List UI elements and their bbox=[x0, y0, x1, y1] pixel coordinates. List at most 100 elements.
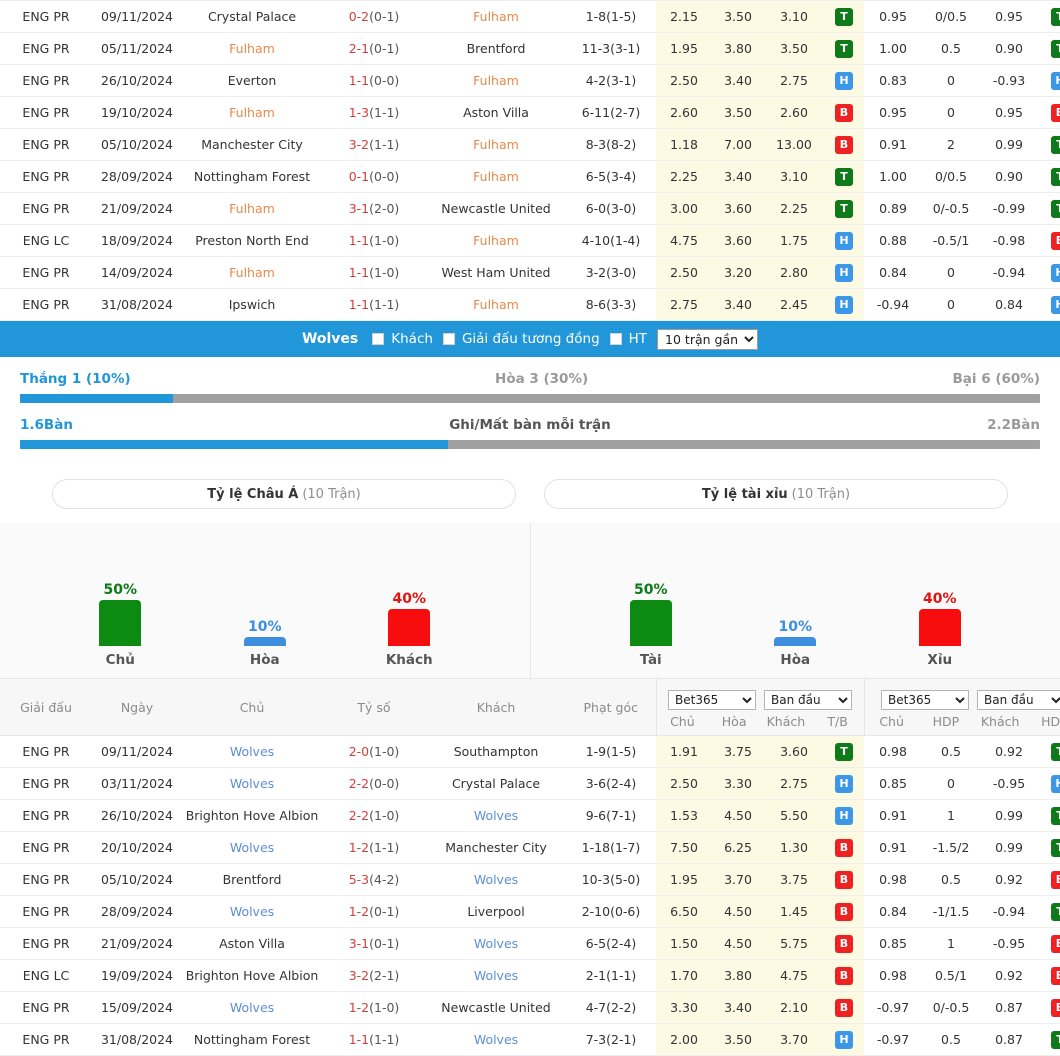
table-row[interactable]: ENG PR09/11/2024Wolves2-0(1-0)Southampto… bbox=[0, 736, 1060, 768]
table-row[interactable]: ENG PR21/09/2024Fulham3-1(2-0)Newcastle … bbox=[0, 193, 1060, 225]
result-tag-h: H bbox=[1051, 72, 1060, 90]
table-row[interactable]: ENG PR21/09/2024Aston Villa3-1(0-1)Wolve… bbox=[0, 928, 1060, 960]
cell-away-team[interactable]: Wolves bbox=[426, 800, 566, 832]
asian-phase-select[interactable]: Ban đầuTức thời bbox=[764, 690, 852, 710]
cell-away-team[interactable]: Aston Villa bbox=[426, 97, 566, 129]
result-tag-h: H bbox=[835, 264, 853, 282]
cell-away-team[interactable]: Liverpool bbox=[426, 896, 566, 928]
checkbox-similar-league-group[interactable]: Giải đấu tương đồng bbox=[443, 331, 600, 347]
result-tag-h: H bbox=[835, 296, 853, 314]
cell-away-team[interactable]: Fulham bbox=[426, 161, 566, 193]
cell-hdp-home: 0.89 bbox=[864, 193, 922, 225]
result-tag-b: B bbox=[1051, 967, 1060, 985]
checkbox-away-group[interactable]: Khách bbox=[372, 331, 433, 347]
cell-home-team[interactable]: Brighton Hove Albion bbox=[182, 960, 322, 992]
recent-matches-select[interactable]: 10 trận gần20 trận gần6 trận gần bbox=[657, 329, 758, 350]
cell-away-team[interactable]: Fulham bbox=[426, 1, 566, 33]
table-row[interactable]: ENG PR20/10/2024Wolves1-2(1-1)Manchester… bbox=[0, 832, 1060, 864]
cell-league: ENG LC bbox=[0, 225, 92, 257]
table-row[interactable]: ENG PR09/11/2024Crystal Palace0-2(0-1)Fu… bbox=[0, 1, 1060, 33]
cell-home-team[interactable]: Crystal Palace bbox=[182, 1, 322, 33]
cell-away-team[interactable]: Wolves bbox=[426, 1024, 566, 1056]
cell-home-team[interactable]: Wolves bbox=[182, 992, 322, 1024]
checkbox-ht[interactable] bbox=[610, 333, 622, 345]
cell-home-team[interactable]: Wolves bbox=[182, 832, 322, 864]
cell-away-team[interactable]: Newcastle United bbox=[426, 992, 566, 1024]
table-row[interactable]: ENG PR28/09/2024Wolves1-2(0-1)Liverpool2… bbox=[0, 896, 1060, 928]
chart-bar bbox=[630, 600, 672, 646]
cell-home-team[interactable]: Ipswich bbox=[182, 289, 322, 321]
cell-away-team[interactable]: Manchester City bbox=[426, 832, 566, 864]
cell-hdp-home: 0.84 bbox=[864, 257, 922, 289]
cell-home-team[interactable]: Preston North End bbox=[182, 225, 322, 257]
cell-away-team[interactable]: Fulham bbox=[426, 129, 566, 161]
cell-away-team[interactable]: Wolves bbox=[426, 928, 566, 960]
cell-home-team[interactable]: Brentford bbox=[182, 864, 322, 896]
cell-odds-draw: 3.80 bbox=[712, 960, 764, 992]
cell-home-team[interactable]: Brighton Hove Albion bbox=[182, 800, 322, 832]
cell-hdp-line: 0 bbox=[922, 768, 980, 800]
table-row[interactable]: ENG PR26/10/2024Everton1-1(0-0)Fulham4-2… bbox=[0, 65, 1060, 97]
cell-home-team[interactable]: Everton bbox=[182, 65, 322, 97]
table-row[interactable]: ENG PR05/11/2024Fulham2-1(0-1)Brentford1… bbox=[0, 33, 1060, 65]
cell-corners: 4-7(2-2) bbox=[566, 992, 656, 1024]
checkbox-away[interactable] bbox=[372, 333, 384, 345]
cell-home-team[interactable]: Nottingham Forest bbox=[182, 161, 322, 193]
cell-away-team[interactable]: Brentford bbox=[426, 33, 566, 65]
cell-corners: 4-2(3-1) bbox=[566, 65, 656, 97]
cell-home-team[interactable]: Fulham bbox=[182, 193, 322, 225]
tab-over-under[interactable]: Tỷ lệ tài xỉu (10 Trận) bbox=[544, 479, 1008, 509]
table-row[interactable]: ENG PR03/11/2024Wolves2-2(0-0)Crystal Pa… bbox=[0, 768, 1060, 800]
cell-away-team[interactable]: West Ham United bbox=[426, 257, 566, 289]
cell-tb-result: B bbox=[824, 992, 864, 1024]
table-row[interactable]: ENG PR31/08/2024Ipswich1-1(1-1)Fulham8-6… bbox=[0, 289, 1060, 321]
overunder-bookmaker-select[interactable]: Bet365CrownMacauslot bbox=[881, 690, 969, 710]
cell-home-team[interactable]: Wolves bbox=[182, 896, 322, 928]
table-row[interactable]: ENG PR31/08/2024Nottingham Forest1-1(1-1… bbox=[0, 1024, 1060, 1056]
cell-home-team[interactable]: Fulham bbox=[182, 33, 322, 65]
overunder-phase-select[interactable]: Ban đầuTức thời bbox=[977, 690, 1060, 710]
th-league: Giải đấu bbox=[0, 679, 92, 736]
tab-over-under-count: (10 Trận) bbox=[792, 487, 850, 502]
cell-hdp-line: 0 bbox=[922, 289, 980, 321]
cell-home-team[interactable]: Nottingham Forest bbox=[182, 1024, 322, 1056]
table-row[interactable]: ENG PR26/10/2024Brighton Hove Albion2-2(… bbox=[0, 800, 1060, 832]
cell-away-team[interactable]: Fulham bbox=[426, 289, 566, 321]
table-row[interactable]: ENG PR28/09/2024Nottingham Forest0-1(0-0… bbox=[0, 161, 1060, 193]
cell-away-team[interactable]: Fulham bbox=[426, 225, 566, 257]
asian-bookmaker-select[interactable]: Bet365CrownMacauslot bbox=[668, 690, 756, 710]
table-row[interactable]: ENG PR05/10/2024Brentford5-3(4-2)Wolves1… bbox=[0, 864, 1060, 896]
table-row[interactable]: ENG PR15/09/2024Wolves1-2(1-0)Newcastle … bbox=[0, 992, 1060, 1024]
cell-home-team[interactable]: Wolves bbox=[182, 736, 322, 768]
cell-away-team[interactable]: Wolves bbox=[426, 960, 566, 992]
cell-home-team[interactable]: Fulham bbox=[182, 97, 322, 129]
subheader-hòa: Hòa bbox=[708, 712, 760, 729]
cell-date: 09/11/2024 bbox=[92, 736, 182, 768]
goals-bar-fill bbox=[20, 440, 448, 449]
cell-home-team[interactable]: Fulham bbox=[182, 257, 322, 289]
table-row[interactable]: ENG PR14/09/2024Fulham1-1(1-0)West Ham U… bbox=[0, 257, 1060, 289]
table-row[interactable]: ENG PR05/10/2024Manchester City3-2(1-1)F… bbox=[0, 129, 1060, 161]
cell-home-team[interactable]: Wolves bbox=[182, 768, 322, 800]
checkbox-similar-league[interactable] bbox=[443, 333, 455, 345]
cell-date: 14/09/2024 bbox=[92, 257, 182, 289]
table-row[interactable]: ENG LC18/09/2024Preston North End1-1(1-0… bbox=[0, 225, 1060, 257]
cell-hdp-home: 0.98 bbox=[864, 960, 922, 992]
cell-away-team[interactable]: Newcastle United bbox=[426, 193, 566, 225]
table-row[interactable]: ENG LC19/09/2024Brighton Hove Albion3-2(… bbox=[0, 960, 1060, 992]
cell-odds-away: 2.75 bbox=[764, 768, 824, 800]
checkbox-away-label: Khách bbox=[391, 331, 433, 347]
table-row[interactable]: ENG PR19/10/2024Fulham1-3(1-1)Aston Vill… bbox=[0, 97, 1060, 129]
result-tag-t: T bbox=[835, 40, 853, 58]
cell-away-team[interactable]: Wolves bbox=[426, 864, 566, 896]
checkbox-ht-group[interactable]: HT bbox=[610, 331, 647, 347]
cell-hdp-result: H bbox=[1038, 65, 1060, 97]
cell-away-team[interactable]: Southampton bbox=[426, 736, 566, 768]
cell-home-team[interactable]: Manchester City bbox=[182, 129, 322, 161]
cell-league: ENG PR bbox=[0, 257, 92, 289]
cell-away-team[interactable]: Crystal Palace bbox=[426, 768, 566, 800]
cell-home-team[interactable]: Aston Villa bbox=[182, 928, 322, 960]
cell-away-team[interactable]: Fulham bbox=[426, 65, 566, 97]
tab-asian-handicap[interactable]: Tỷ lệ Châu Á (10 Trận) bbox=[52, 479, 516, 509]
chart-category-label: Khách bbox=[386, 652, 433, 668]
